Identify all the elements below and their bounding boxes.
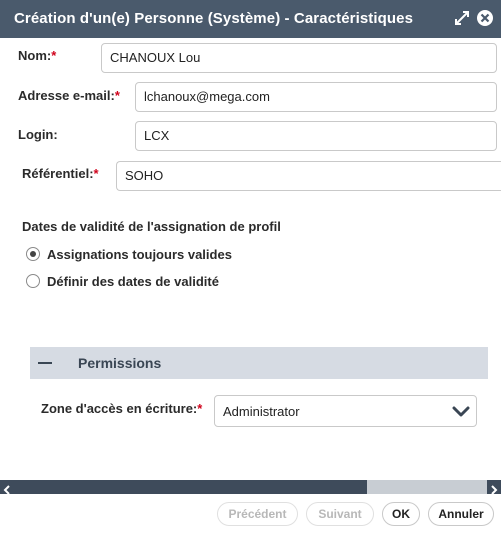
expand-icon[interactable] xyxy=(452,8,472,28)
radio-define-dates-label: Définir des dates de validité xyxy=(47,273,219,289)
collapse-icon[interactable] xyxy=(38,362,52,364)
referentiel-field[interactable]: SOHO xyxy=(116,161,501,191)
previous-button[interactable]: Précédent xyxy=(217,502,298,526)
radio-always-valid[interactable]: Assignations toujours valides xyxy=(26,245,232,263)
radio-always-valid-label: Assignations toujours valides xyxy=(47,246,232,262)
zone-acces-value: Administrator xyxy=(223,404,300,419)
ok-button[interactable]: OK xyxy=(382,502,420,526)
scroll-left-icon[interactable] xyxy=(3,482,11,500)
required-mark: * xyxy=(114,88,120,103)
email-label: Adresse e-mail:* xyxy=(18,88,120,103)
radio-define-dates[interactable]: Définir des dates de validité xyxy=(26,272,219,290)
login-label: Login: xyxy=(18,127,58,142)
close-icon[interactable] xyxy=(475,8,495,28)
login-field[interactable]: LCX xyxy=(135,121,497,151)
radio-button-selected[interactable] xyxy=(26,247,40,261)
permissions-section-header[interactable]: Permissions xyxy=(30,347,488,379)
required-mark: * xyxy=(51,48,57,63)
referentiel-label: Référentiel:* xyxy=(22,166,99,181)
dialog-titlebar: Création d'un(e) Personne (Système) - Ca… xyxy=(0,0,501,38)
nom-field[interactable]: CHANOUX Lou xyxy=(101,43,497,73)
nom-label-text: Nom: xyxy=(18,48,52,63)
referentiel-label-text: Référentiel: xyxy=(22,166,94,181)
radio-button[interactable] xyxy=(26,274,40,288)
email-field[interactable]: lchanoux@mega.com xyxy=(135,82,497,112)
horizontal-scrollbar[interactable] xyxy=(0,480,501,495)
scroll-right-icon[interactable] xyxy=(490,482,498,500)
zone-acces-label-text: Zone d'accès en écriture: xyxy=(41,401,198,416)
scrollbar-thumb[interactable] xyxy=(367,480,487,494)
nom-label: Nom:* xyxy=(18,48,56,63)
cancel-button[interactable]: Annuler xyxy=(428,502,494,526)
required-mark: * xyxy=(197,401,203,416)
zone-acces-label: Zone d'accès en écriture:* xyxy=(41,401,202,416)
permissions-title: Permissions xyxy=(78,355,162,371)
next-button[interactable]: Suivant xyxy=(306,502,374,526)
chevron-down-icon[interactable] xyxy=(452,405,470,423)
dialog-title: Création d'un(e) Personne (Système) - Ca… xyxy=(14,10,414,27)
zone-acces-select[interactable]: Administrator xyxy=(214,395,477,427)
email-label-text: Adresse e-mail: xyxy=(18,88,115,103)
validity-heading: Dates de validité de l'assignation de pr… xyxy=(22,219,281,234)
required-mark: * xyxy=(93,166,99,181)
